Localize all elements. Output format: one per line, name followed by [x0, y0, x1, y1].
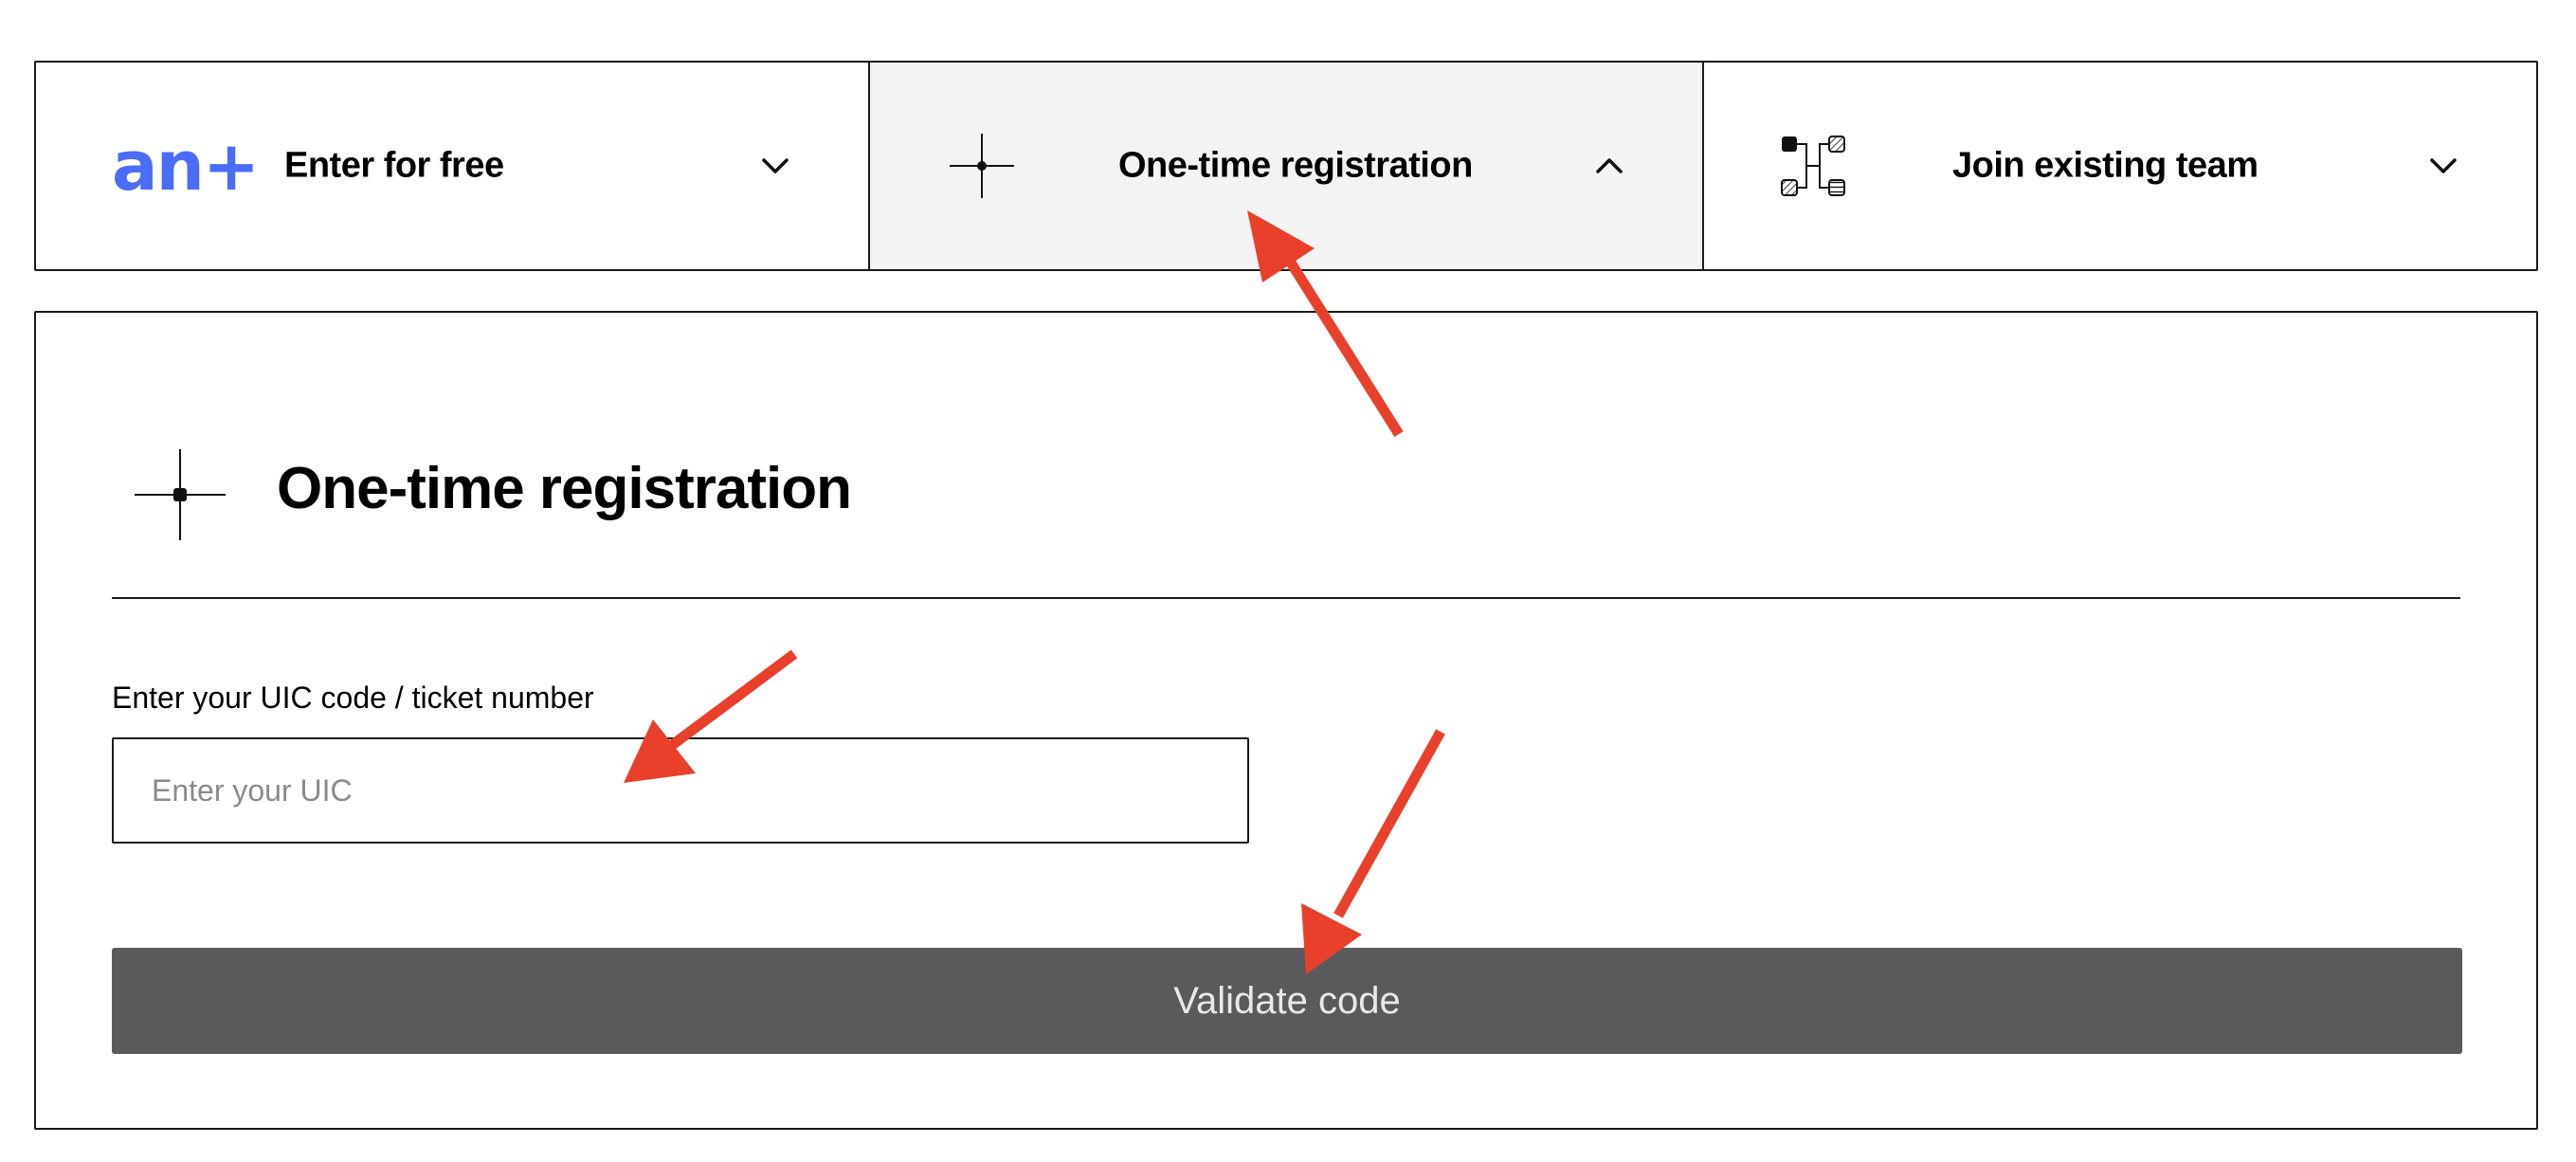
- tab-label-one-time-registration: One-time registration: [1118, 145, 1473, 186]
- divider: [112, 597, 2460, 599]
- validate-code-button[interactable]: Validate code: [112, 948, 2462, 1054]
- crosshair-icon: [946, 130, 1018, 202]
- tab-enter-for-free[interactable]: an+ Enter for free: [36, 63, 868, 269]
- uic-input[interactable]: [112, 737, 1249, 844]
- uic-field-label: Enter your UIC code / ticket number: [112, 681, 594, 715]
- team-network-icon: [1780, 133, 1846, 199]
- chevron-down-icon[interactable]: [2426, 149, 2460, 183]
- tab-one-time-registration[interactable]: One-time registration: [868, 63, 1702, 269]
- chevron-up-icon[interactable]: [1592, 149, 1626, 183]
- brand-logo: an+: [112, 126, 260, 206]
- tab-label-join-existing-team: Join existing team: [1952, 145, 2259, 186]
- registration-options-tabs: an+ Enter for free One-time registration: [34, 61, 2538, 271]
- registration-panel: One-time registration Enter your UIC cod…: [34, 311, 2538, 1130]
- chevron-down-icon[interactable]: [758, 149, 792, 183]
- tab-join-existing-team[interactable]: Join existing team: [1702, 63, 2536, 269]
- page-title: One-time registration: [277, 456, 852, 521]
- crosshair-icon: [131, 445, 229, 544]
- tab-label-enter-for-free: Enter for free: [284, 145, 504, 186]
